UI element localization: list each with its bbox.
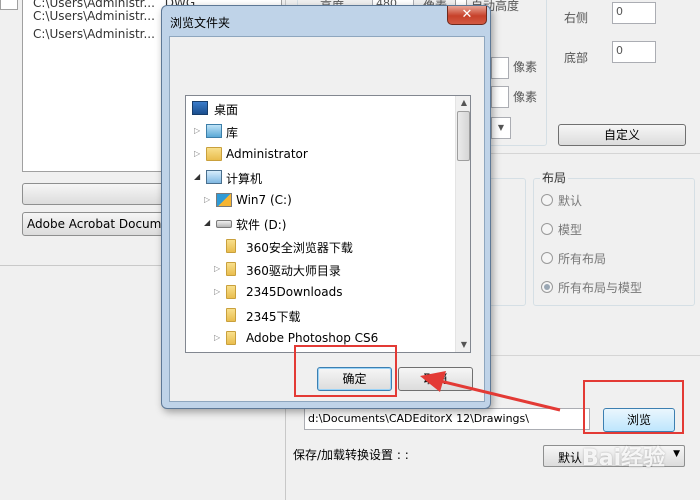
arrow-shaft	[435, 378, 561, 412]
annotation-arrow	[420, 371, 561, 412]
arrow-head	[420, 371, 446, 392]
